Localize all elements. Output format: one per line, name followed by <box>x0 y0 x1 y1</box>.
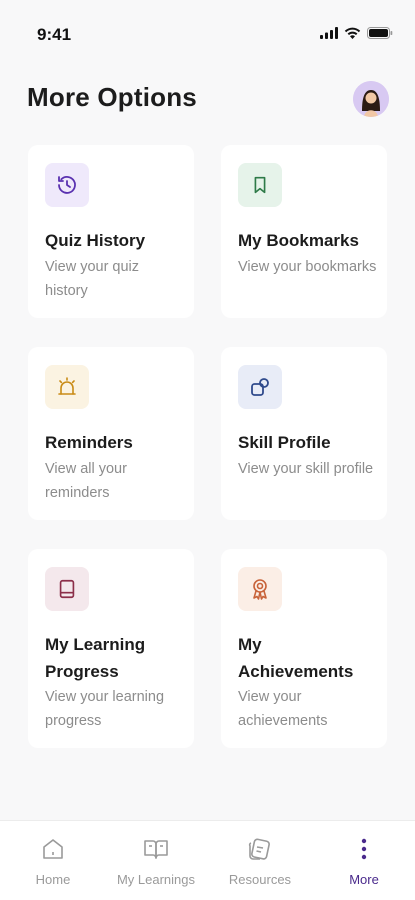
alarm-icon-tile <box>45 365 89 409</box>
card-description: View your bookmarks <box>238 259 377 275</box>
bottom-nav: Home My Learnings Resources More <box>0 820 415 900</box>
card-skill-profile[interactable]: Skill Profile View your skill profile <box>221 347 387 520</box>
shapes-icon <box>251 378 269 396</box>
alarm-icon <box>58 377 76 395</box>
card-title: Reminders <box>45 433 133 452</box>
card-my-bookmarks[interactable]: My Bookmarks View your bookmarks <box>221 145 387 318</box>
nav-item-more[interactable]: More <box>314 835 414 895</box>
card-title: My Bookmarks <box>238 231 359 250</box>
card-title: Skill Profile <box>238 433 331 452</box>
card-description: View your quiz history <box>45 259 140 299</box>
card-title: Quiz History <box>45 231 146 250</box>
card-description: View all your reminders <box>45 461 127 501</box>
nav-item-home[interactable]: Home <box>3 835 103 895</box>
history-icon-tile <box>45 163 89 207</box>
nav-label: Resources <box>228 872 292 887</box>
wifi-icon <box>344 27 361 39</box>
nav-label: More <box>349 872 379 887</box>
card-title: My Learning Progress <box>45 635 146 681</box>
card-description: View your learning progress <box>45 689 165 729</box>
badge-icon-tile <box>238 567 282 611</box>
bookmark-icon <box>254 176 266 194</box>
shapes-icon-tile <box>238 365 282 409</box>
nav-label: My Learnings <box>116 872 196 887</box>
home-icon <box>40 835 66 863</box>
avatar-icon <box>353 81 389 117</box>
book-icon <box>59 579 75 599</box>
resources-icon <box>246 835 274 863</box>
badge-icon <box>253 579 267 600</box>
status-time: 9:41 <box>37 25 72 44</box>
card-description: View your skill profile <box>238 461 374 477</box>
open-book-icon <box>142 835 170 863</box>
card-description: View your achievements <box>238 689 328 729</box>
card-quiz-history[interactable]: Quiz History View your quiz history <box>28 145 194 318</box>
history-icon <box>58 176 76 194</box>
card-my-learning-progress[interactable]: My Learning Progress View your learning … <box>28 549 194 748</box>
signal-icon <box>320 27 338 39</box>
bookmark-icon-tile <box>238 163 282 207</box>
card-title: My Achievements <box>238 635 354 681</box>
more-vertical-icon <box>360 835 368 863</box>
page-title: More Options <box>27 82 197 112</box>
card-reminders[interactable]: Reminders View all your reminders <box>28 347 194 520</box>
battery-icon <box>367 27 393 39</box>
status-icons <box>320 27 393 39</box>
status-bar: 9:41 <box>0 0 415 60</box>
profile-avatar[interactable] <box>353 81 389 117</box>
nav-item-my-learnings[interactable]: My Learnings <box>106 835 206 895</box>
card-my-achievements[interactable]: My Achievements View your achievements <box>221 549 387 748</box>
nav-label: Home <box>35 872 71 887</box>
nav-item-resources[interactable]: Resources <box>210 835 310 895</box>
book-icon-tile <box>45 567 89 611</box>
